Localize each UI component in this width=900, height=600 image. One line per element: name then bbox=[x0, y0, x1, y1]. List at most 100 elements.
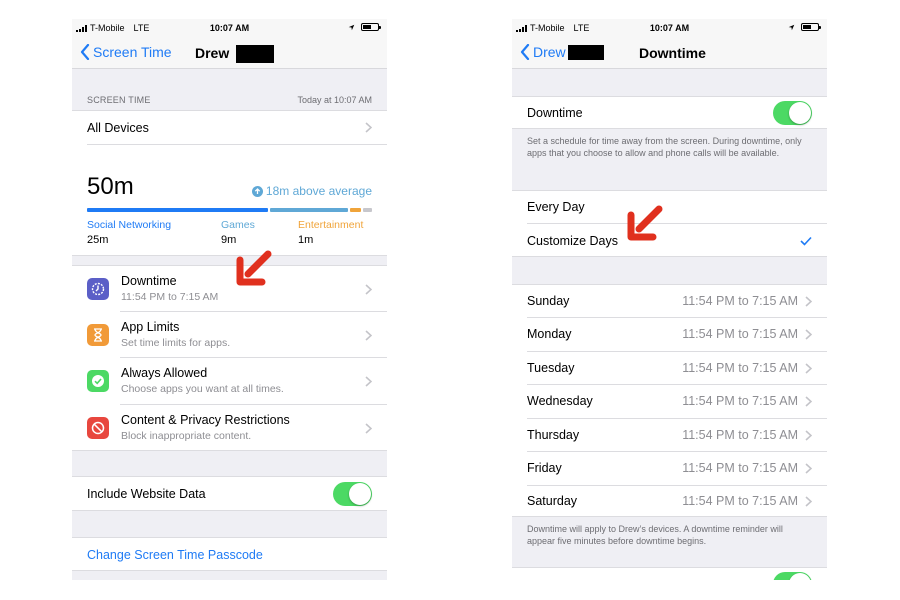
downtime-toggle[interactable] bbox=[773, 101, 812, 125]
day-label: Tuesday bbox=[527, 361, 575, 375]
day-label: Thursday bbox=[527, 428, 580, 442]
status-time: 10:07 AM bbox=[209, 23, 250, 33]
category-games-value: 9m bbox=[221, 234, 237, 246]
back-button[interactable]: Screen Time bbox=[80, 44, 172, 60]
chevron-right-icon bbox=[365, 376, 372, 387]
page-title: Drew bbox=[195, 45, 275, 64]
chevron-right-icon bbox=[805, 463, 812, 474]
battery-icon bbox=[801, 23, 821, 31]
page-title: Downtime bbox=[639, 45, 706, 61]
partially-visible-row bbox=[512, 567, 827, 580]
every-day-label: Every Day bbox=[527, 200, 585, 214]
downtime-icon bbox=[87, 278, 109, 300]
always-allowed-title: Always Allowed bbox=[121, 366, 208, 380]
chevron-right-icon bbox=[365, 423, 372, 434]
screen-time-section-header: SCREEN TIME bbox=[87, 95, 151, 105]
above-average-indicator: 18m above average bbox=[251, 184, 372, 198]
downtime-footer-note: Downtime will apply to Drew’s devices. A… bbox=[527, 524, 783, 546]
navigation-bar: Drew Downtime bbox=[512, 37, 827, 69]
location-arrow-icon bbox=[348, 24, 355, 30]
chevron-right-icon bbox=[805, 396, 812, 407]
day-time: 11:54 PM to 7:15 AM bbox=[682, 428, 798, 442]
hourglass-icon bbox=[87, 324, 109, 346]
downtime-screen: T-Mobile LTE 10:07 AM Drew Downtime Down… bbox=[512, 19, 827, 580]
annotation-arrow-icon bbox=[627, 205, 663, 241]
location-arrow-icon bbox=[788, 24, 795, 30]
all-devices-row[interactable]: All Devices bbox=[72, 111, 387, 145]
customize-days-label: Customize Days bbox=[527, 234, 618, 248]
chevron-right-icon bbox=[365, 122, 372, 133]
day-row-thursday[interactable]: Thursday 11:54 PM to 7:15 AM bbox=[512, 419, 827, 452]
change-passcode-row: Change Screen Time Passcode bbox=[72, 537, 387, 571]
category-social-networking-value: 25m bbox=[87, 234, 109, 246]
chevron-right-icon bbox=[805, 496, 812, 507]
always-allowed-subtitle: Choose apps you want at all times. bbox=[121, 383, 284, 395]
include-website-data-label: Include Website Data bbox=[87, 487, 206, 501]
day-time: 11:54 PM to 7:15 AM bbox=[682, 394, 798, 408]
chevron-right-icon bbox=[365, 284, 372, 295]
screen-time-updated-label: Today at 10:07 AM bbox=[297, 95, 372, 105]
back-button-label: Drew bbox=[533, 44, 566, 60]
day-row-wednesday[interactable]: Wednesday 11:54 PM to 7:15 AM bbox=[512, 385, 827, 419]
partially-visible-toggle[interactable] bbox=[773, 572, 812, 580]
day-row-tuesday[interactable]: Tuesday 11:54 PM to 7:15 AM bbox=[512, 352, 827, 385]
downtime-toggle-label: Downtime bbox=[527, 106, 583, 120]
checkmark-icon bbox=[800, 236, 812, 246]
status-bar: T-Mobile LTE 10:07 AM bbox=[512, 19, 827, 37]
day-label: Wednesday bbox=[527, 394, 593, 408]
day-time: 11:54 PM to 7:15 AM bbox=[682, 294, 798, 308]
category-entertainment: Entertainment bbox=[298, 219, 364, 231]
chevron-right-icon bbox=[805, 430, 812, 441]
every-day-option[interactable]: Every Day bbox=[512, 191, 827, 224]
always-allowed-row[interactable]: Always Allowed Choose apps you want at a… bbox=[72, 358, 387, 405]
status-bar: T-Mobile LTE 10:07 AM bbox=[72, 19, 387, 37]
category-games: Games bbox=[221, 219, 255, 231]
usage-bar-games bbox=[270, 208, 348, 212]
app-limits-subtitle: Set time limits for apps. bbox=[121, 337, 231, 349]
app-limits-title: App Limits bbox=[121, 320, 180, 334]
no-entry-icon bbox=[87, 417, 109, 439]
app-limits-row[interactable]: App Limits Set time limits for apps. bbox=[72, 312, 387, 358]
usage-bar-entertainment bbox=[350, 208, 361, 212]
status-time: 10:07 AM bbox=[649, 23, 690, 33]
downtime-toggle-row: Downtime bbox=[512, 96, 827, 129]
usage-bar bbox=[87, 208, 372, 212]
customize-days-option[interactable]: Customize Days bbox=[512, 224, 827, 257]
day-time: 11:54 PM to 7:15 AM bbox=[682, 494, 798, 508]
chevron-right-icon bbox=[805, 363, 812, 374]
chevron-left-icon bbox=[520, 44, 530, 60]
change-passcode-link[interactable]: Change Screen Time Passcode bbox=[87, 548, 263, 562]
navigation-bar: Screen Time Drew bbox=[72, 37, 387, 69]
day-row-saturday[interactable]: Saturday 11:54 PM to 7:15 AM bbox=[512, 486, 827, 518]
back-button[interactable]: Drew bbox=[520, 44, 604, 60]
content-privacy-title: Content & Privacy Restrictions bbox=[121, 413, 290, 427]
day-label: Monday bbox=[527, 327, 572, 341]
schedule-options-list: Every Day Customize Days bbox=[512, 190, 827, 257]
days-list: Sunday 11:54 PM to 7:15 AM Monday 11:54 … bbox=[512, 284, 827, 517]
day-label: Friday bbox=[527, 461, 562, 475]
all-devices-label: All Devices bbox=[87, 121, 149, 135]
arrow-up-circle-icon bbox=[251, 185, 263, 197]
total-screen-time: 50m bbox=[87, 173, 134, 200]
day-label: Sunday bbox=[527, 294, 570, 308]
usage-bar-social bbox=[87, 208, 268, 212]
include-website-data-toggle[interactable] bbox=[333, 482, 372, 506]
checkmark-badge-icon bbox=[87, 370, 109, 392]
downtime-description: Set a schedule for time away from the sc… bbox=[527, 136, 802, 158]
downtime-title: Downtime bbox=[121, 274, 177, 288]
category-entertainment-value: 1m bbox=[298, 234, 314, 246]
screen-time-screen: T-Mobile LTE 10:07 AM Screen Time Drew S… bbox=[72, 19, 387, 580]
downtime-row[interactable]: Downtime 11:54 PM to 7:15 AM bbox=[72, 266, 387, 312]
day-time: 11:54 PM to 7:15 AM bbox=[682, 461, 798, 475]
back-button-label: Screen Time bbox=[93, 44, 172, 60]
day-row-monday[interactable]: Monday 11:54 PM to 7:15 AM bbox=[512, 318, 827, 352]
chevron-right-icon bbox=[365, 330, 372, 341]
day-row-sunday[interactable]: Sunday 11:54 PM to 7:15 AM bbox=[512, 285, 827, 318]
annotation-arrow-icon bbox=[236, 250, 272, 286]
content-privacy-row[interactable]: Content & Privacy Restrictions Block ina… bbox=[72, 405, 387, 451]
redacted-name bbox=[236, 45, 275, 64]
usage-bar-other bbox=[363, 208, 372, 212]
day-time: 11:54 PM to 7:15 AM bbox=[682, 361, 798, 375]
downtime-subtitle: 11:54 PM to 7:15 AM bbox=[121, 291, 219, 303]
day-row-friday[interactable]: Friday 11:54 PM to 7:15 AM bbox=[512, 452, 827, 486]
